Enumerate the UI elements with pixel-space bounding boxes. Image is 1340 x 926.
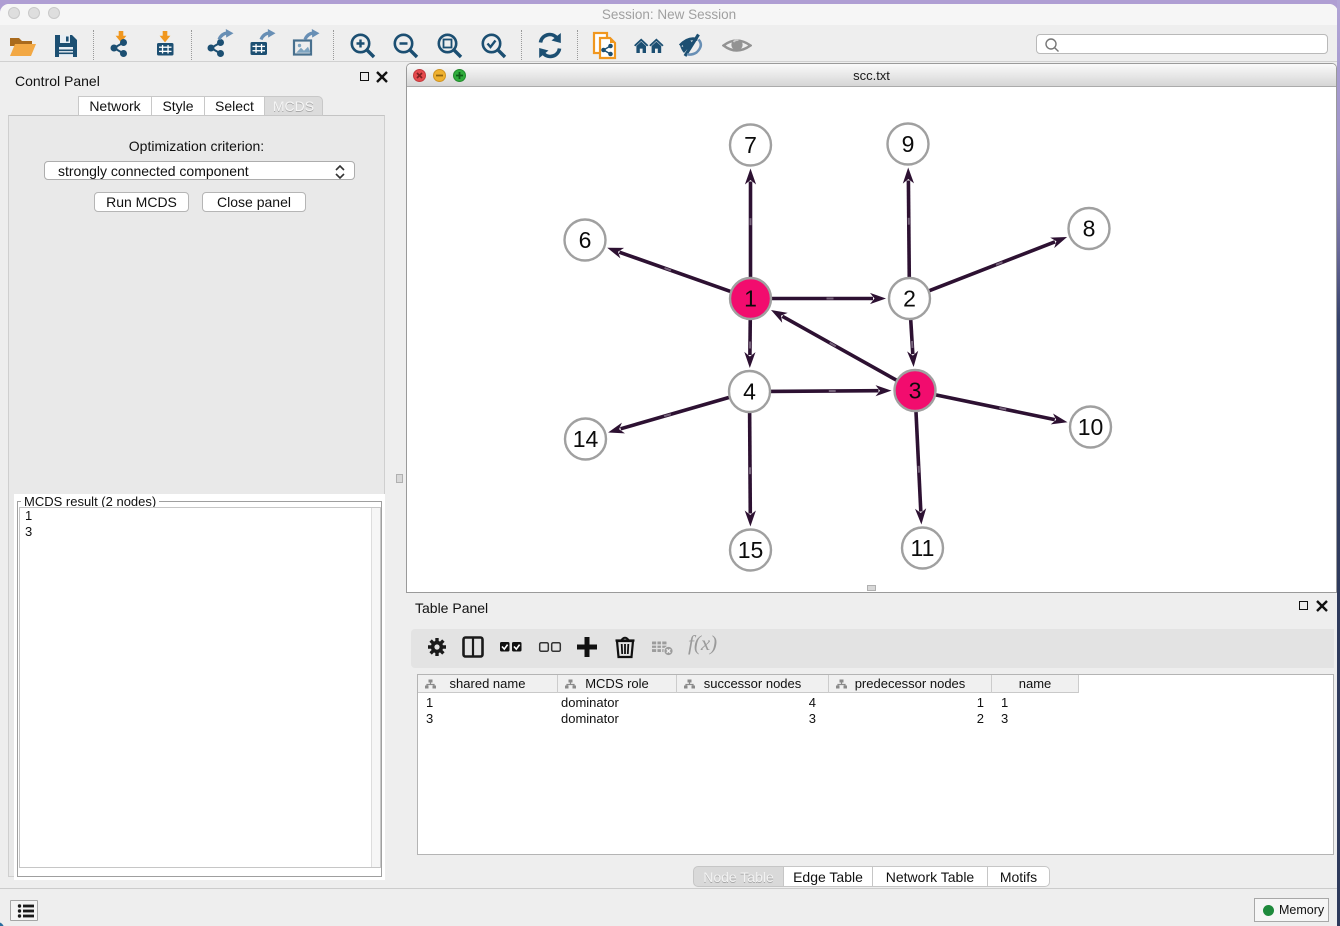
svg-text:9: 9 (902, 131, 915, 157)
svg-text:4: 4 (743, 379, 756, 405)
svg-text:3: 3 (909, 378, 922, 404)
svg-text:7: 7 (744, 132, 757, 158)
svg-text:11: 11 (911, 535, 935, 561)
svg-text:1: 1 (744, 286, 757, 312)
svg-text:14: 14 (573, 426, 599, 452)
svg-text:8: 8 (1083, 216, 1096, 242)
svg-text:15: 15 (738, 537, 764, 563)
svg-text:2: 2 (903, 286, 916, 312)
svg-text:6: 6 (579, 227, 592, 253)
svg-text:10: 10 (1078, 414, 1104, 440)
